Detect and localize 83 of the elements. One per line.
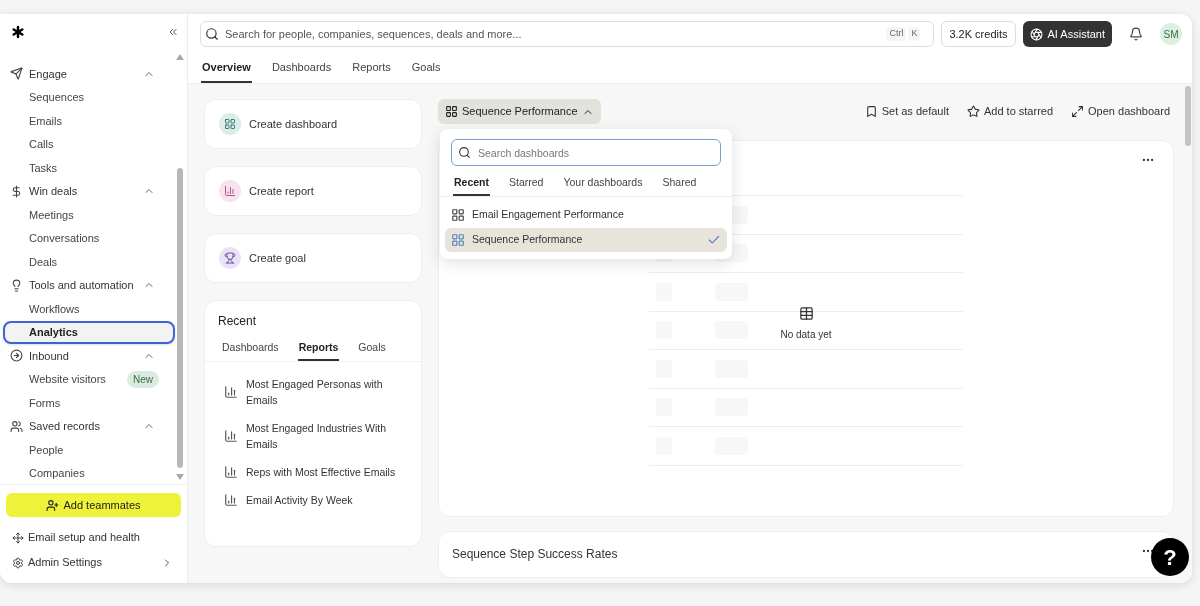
check-icon — [707, 233, 721, 247]
nav-item[interactable]: Emails — [3, 109, 175, 133]
bulb-icon — [10, 278, 23, 292]
dashboard-option[interactable]: Email Engagement Performance — [445, 203, 727, 227]
bar-chart-icon — [219, 180, 241, 202]
nav-group[interactable]: Engage — [0, 62, 175, 86]
footer-link[interactable]: Email setup and health — [0, 525, 187, 550]
tab[interactable]: Your dashboards — [562, 171, 644, 196]
shortcut-key: K — [908, 27, 921, 41]
tab[interactable]: Dashboards — [221, 336, 280, 361]
tab[interactable]: Goals — [357, 336, 387, 361]
nav-item[interactable]: People — [3, 438, 175, 462]
shortcut-key: Ctrl — [886, 27, 907, 41]
diamond-arrows-icon — [12, 531, 24, 544]
collapse-icon[interactable] — [167, 26, 179, 38]
dashboard-action[interactable]: Set as default — [864, 103, 949, 120]
tab[interactable]: Shared — [661, 171, 698, 196]
nav-item[interactable]: Meetings — [3, 203, 175, 227]
tab[interactable]: Reports — [297, 336, 340, 361]
card-title: Recent — [217, 313, 258, 330]
send-icon — [10, 67, 23, 81]
grid-icon — [451, 208, 465, 222]
grid-icon — [445, 105, 458, 118]
bar-chart-icon — [224, 429, 238, 443]
expand-icon — [1071, 105, 1085, 118]
grid-icon — [451, 233, 465, 247]
nav-item[interactable]: Forms — [3, 391, 175, 415]
create-card[interactable]: Create report — [204, 166, 422, 216]
people-icon — [10, 419, 23, 433]
bar-chart-icon — [224, 385, 238, 399]
nav-group[interactable]: Inbound — [0, 344, 175, 368]
add-teammates-button[interactable]: Add teammates — [6, 493, 181, 517]
tab[interactable]: Starred — [508, 171, 545, 196]
create-card[interactable]: Create goal — [204, 233, 422, 283]
card-title: Sequence Step Success Rates — [452, 546, 618, 563]
nav-item[interactable]: Sequences — [3, 85, 175, 109]
help-button[interactable]: ? — [1151, 538, 1189, 576]
nav-item[interactable]: Companies — [3, 461, 175, 484]
dashboard-option[interactable]: Sequence Performance — [445, 228, 727, 252]
nav-item[interactable]: Conversations — [3, 226, 175, 250]
new-badge: New — [127, 370, 159, 388]
create-card[interactable]: Create dashboard — [204, 99, 422, 149]
report-link[interactable]: Most Engaged Personas with Emails — [224, 376, 411, 408]
table-icon — [798, 306, 814, 321]
trophy-icon — [219, 247, 241, 269]
report-link[interactable]: Email Activity By Week — [224, 492, 411, 508]
nav-item[interactable]: Calls — [3, 132, 175, 156]
tab[interactable]: Reports — [351, 54, 392, 83]
add-user-icon — [46, 498, 60, 512]
nav-group[interactable]: Saved records — [0, 414, 175, 438]
nav-group[interactable]: Win deals — [0, 179, 175, 203]
empty-state-text: No data yet — [780, 328, 832, 342]
tab[interactable]: Goals — [410, 54, 442, 83]
dashboard-search-field[interactable]: Search dashboards — [451, 139, 721, 166]
bar-chart-icon — [224, 465, 238, 479]
nav-item[interactable]: Tasks — [3, 156, 175, 180]
user-avatar[interactable]: SM — [1160, 23, 1182, 45]
nav-item[interactable]: Workflows — [3, 297, 175, 321]
star-icon — [966, 105, 980, 118]
notification-icon[interactable] — [1129, 27, 1143, 41]
dashboard-action[interactable]: Open dashboard — [1071, 103, 1170, 120]
nav-group[interactable]: Tools and automation — [0, 273, 175, 297]
report-link[interactable]: Reps with Most Effective Emails — [224, 464, 411, 480]
nav-item[interactable]: Deals — [3, 250, 175, 274]
bar-chart-icon — [224, 493, 238, 507]
credits-button[interactable]: 3.2K credits — [941, 21, 1016, 47]
search-icon — [205, 27, 219, 41]
dollar-icon — [10, 184, 23, 198]
dashboard-picker-button[interactable]: Sequence Performance — [438, 99, 601, 124]
tab[interactable]: Recent — [453, 171, 490, 196]
footer-link[interactable]: Admin Settings — [0, 550, 187, 575]
settings-icon — [12, 556, 24, 569]
tab[interactable]: Dashboards — [270, 54, 333, 83]
ai-assistant-button[interactable]: AI Assistant — [1022, 21, 1112, 47]
search-icon — [458, 146, 471, 159]
arrow-circle-icon — [10, 349, 23, 363]
report-link[interactable]: Most Engaged Industries With Emails — [224, 420, 411, 452]
bookmark-icon — [864, 105, 878, 118]
dashboard-action[interactable]: Add to starred — [966, 103, 1054, 120]
nav-item[interactable]: Website visitors New — [3, 367, 175, 391]
nav-item[interactable]: Analytics — [3, 320, 175, 344]
aperture-icon — [1029, 27, 1043, 41]
grid-icon — [219, 113, 241, 135]
